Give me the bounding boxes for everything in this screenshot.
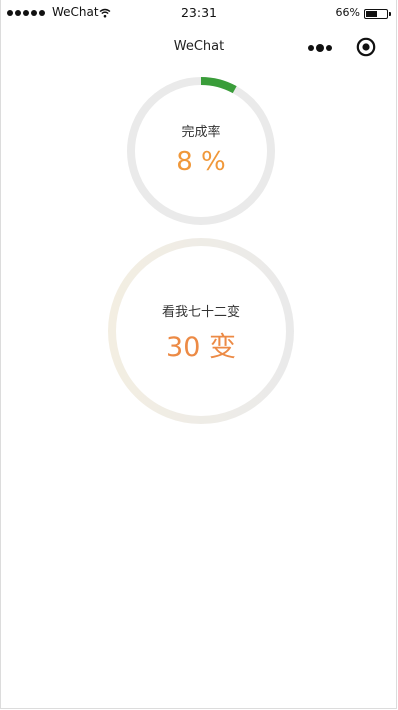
change-value: 30 变	[166, 332, 236, 363]
completion-value: 8 %	[176, 147, 226, 177]
more-dots-icon[interactable]	[307, 41, 333, 55]
change-label: 看我七十二变	[161, 305, 240, 320]
completion-progress-ring: 完成率 8 %	[125, 75, 277, 227]
battery-percent: 66%	[335, 6, 360, 19]
battery-icon	[364, 9, 391, 19]
change-ring: 看我七十二变 30 变	[105, 235, 297, 427]
record-target-icon[interactable]	[356, 37, 376, 57]
completion-ring-arc	[200, 77, 237, 94]
completion-label: 完成率	[181, 125, 221, 140]
nav-title: WeChat	[173, 39, 225, 54]
status-bar: WeChat 23:31 66%	[0, 0, 398, 26]
nav-bar: WeChat	[0, 26, 398, 70]
